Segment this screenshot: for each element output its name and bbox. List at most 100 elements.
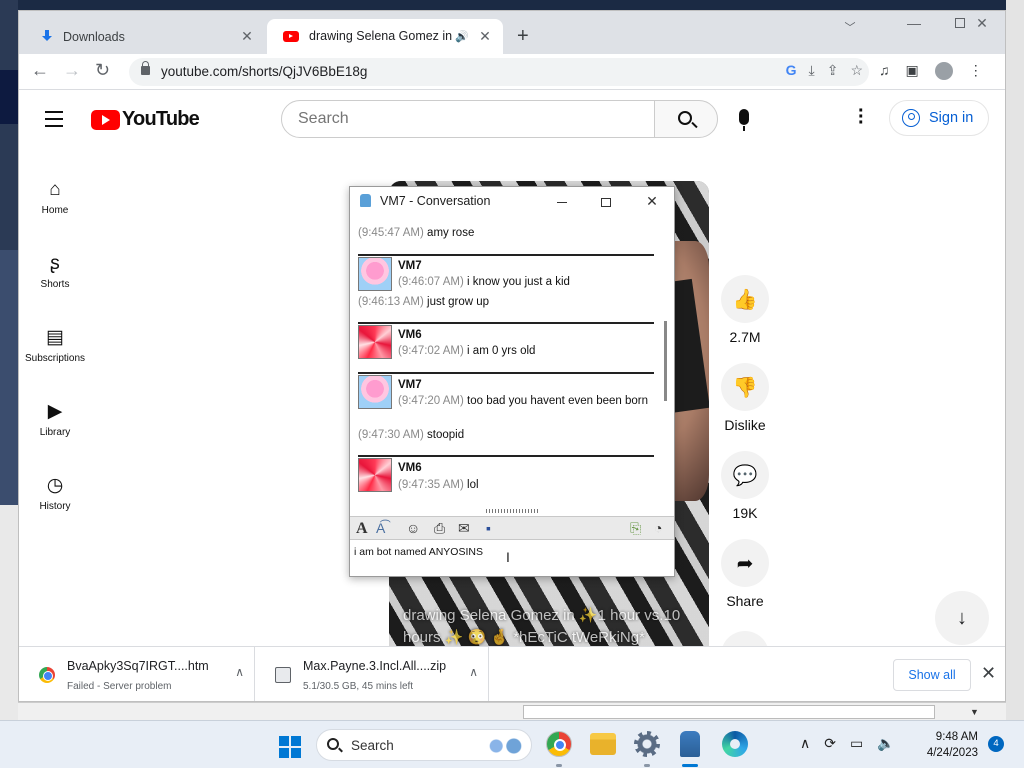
menu-kebab-icon[interactable]: ⋮ [969, 62, 983, 80]
youtube-logo-text: YouTube [122, 108, 200, 130]
chevron-up-icon[interactable]: ∧ [235, 665, 244, 679]
smiley-icon[interactable]: ☺ [406, 520, 420, 536]
chrome-taskbar-icon[interactable] [546, 731, 572, 757]
youtube-logo[interactable]: YouTube [91, 108, 200, 131]
share-button[interactable]: ➦ Share [719, 539, 771, 609]
notification-badge[interactable]: 4 [988, 736, 1004, 752]
tab-close-button[interactable]: ✕ [239, 28, 255, 45]
minimize-button[interactable]: — [891, 15, 937, 31]
close-downloads-bar-icon[interactable]: ✕ [981, 663, 996, 684]
chevron-up-icon[interactable]: ∧ [469, 665, 478, 679]
message-text: (9:47:02 AM) i am 0 yrs old [398, 345, 536, 357]
share-icon[interactable]: ⇪ [827, 62, 839, 79]
message-username: VM6 [398, 462, 422, 474]
settings-kebab-icon[interactable]: · · · [858, 101, 865, 133]
profile-avatar-icon[interactable] [934, 62, 953, 80]
comments-button[interactable]: 💬 19K [719, 451, 771, 521]
font-icon[interactable]: A [356, 520, 368, 538]
hamburger-menu-icon[interactable] [45, 111, 63, 132]
font-color-icon[interactable]: A͡ [376, 520, 385, 536]
file-explorer-taskbar-icon[interactable] [590, 733, 616, 755]
attach-icon[interactable]: ⎙ [434, 520, 445, 537]
media-controls-icon[interactable]: ♫ [879, 62, 890, 80]
search-button[interactable] [654, 100, 718, 138]
messenger-taskbar-icon[interactable] [680, 731, 700, 757]
chevron-up-icon[interactable]: ∧ [800, 735, 810, 752]
tab-search-chevron-icon[interactable]: ﹀ [827, 19, 873, 35]
side-panel-icon[interactable]: ▣ [906, 62, 919, 80]
sign-in-button[interactable]: Sign in [889, 100, 989, 136]
taskbar-search-label: Search [351, 738, 394, 753]
sidebar-item-label: Shorts [40, 279, 70, 290]
taskbar-search-box[interactable]: Search [316, 729, 532, 761]
bookmark-star-icon[interactable]: ☆ [850, 62, 863, 79]
tab-youtube-video[interactable]: drawing Selena Gomez in ✨ 🔊 ✕ [267, 19, 503, 54]
back-button[interactable]: ← [31, 60, 49, 81]
dislike-button[interactable]: 👎 Dislike [719, 363, 771, 433]
log-icon[interactable]: ⎘ [630, 520, 641, 537]
taskbar-clock[interactable]: 9:48 AM 4/24/2023 [918, 729, 978, 761]
download-status: Failed - Server problem [67, 681, 172, 692]
im-minimize-button[interactable] [548, 190, 576, 212]
conversation-log[interactable]: ····················· (9:45:47 AM) amy r… [354, 215, 666, 505]
tab-downloads[interactable]: Downloads ✕ [25, 19, 265, 54]
im-maximize-button[interactable] [592, 190, 620, 212]
running-indicator [644, 764, 650, 767]
message-input-text[interactable]: i am bot named ANYOSINS [354, 546, 483, 558]
comment-icon: 💬 [721, 451, 769, 499]
sidebar-item-label: Home [41, 205, 69, 216]
message-input[interactable]: i am bot named ANYOSINS I [350, 540, 674, 576]
message-separator [358, 322, 654, 324]
im-title-bar[interactable]: VM7 - Conversation ✕ [350, 187, 674, 215]
avatar [358, 458, 392, 492]
message-line: (9:45:47 AM) amy rose [358, 227, 475, 239]
lock-icon[interactable] [141, 61, 150, 75]
url-text[interactable]: youtube.com/shorts/QjJV6BbE18g [161, 64, 367, 79]
nudge-icon[interactable]: ✉ [458, 520, 470, 537]
message-separator [358, 254, 654, 256]
settings-taskbar-icon[interactable] [634, 731, 660, 757]
avatar [358, 325, 392, 359]
sidebar-item-library[interactable]: ▶ Library [19, 399, 91, 438]
sidebar-item-home[interactable]: ⌂ Home [19, 177, 91, 216]
video-caption[interactable]: drawing Selena Gomez in ✨1 hour vs.10 ho… [403, 605, 703, 649]
save-icon[interactable]: ▪ [486, 520, 491, 536]
im-window-title: VM7 - Conversation [380, 194, 491, 208]
download-item[interactable]: BvaApky3Sq7IRGT....htm Failed - Server p… [19, 647, 255, 701]
like-button[interactable]: 👍 2.7M [719, 275, 771, 345]
search-highlight-icon [483, 736, 527, 756]
downloads-bar: BvaApky3Sq7IRGT....htm Failed - Server p… [19, 646, 1005, 701]
next-video-arrow-icon[interactable]: ↓ [935, 591, 989, 645]
microphone-icon[interactable] [739, 109, 749, 131]
desktop-background-left [0, 0, 18, 730]
sidebar-item-shorts[interactable]: ʂ Shorts [19, 251, 91, 290]
google-lens-icon[interactable]: G [786, 62, 797, 79]
edge-taskbar-icon[interactable] [722, 731, 748, 757]
volume-icon[interactable]: 🔈 [877, 735, 894, 752]
address-bar[interactable]: youtube.com/shorts/QjJV6BbE18g G ⤓ ⇪ ☆ [129, 58, 869, 86]
close-window-button[interactable]: ✕ [959, 15, 1005, 32]
download-item[interactable]: Max.Payne.3.Incl.All....zip 5.1/30.5 GB,… [255, 647, 489, 701]
new-tab-button[interactable]: + [517, 25, 529, 48]
forward-button[interactable]: → [63, 60, 81, 81]
history-clock-icon[interactable]: ◔ [654, 520, 662, 536]
speaker-icon[interactable]: 🔊 [455, 30, 469, 43]
im-close-button[interactable]: ✕ [638, 190, 666, 212]
windows-start-icon[interactable] [279, 736, 301, 758]
sidebar-item-history[interactable]: ◷ History [19, 473, 91, 512]
sync-icon[interactable]: ⟳ [824, 735, 836, 752]
windows-taskbar: Search ∧ ⟳ ▭ 🔈 9:48 AM 4/24/2023 4 [0, 720, 1024, 768]
reload-button[interactable]: ↻ [95, 60, 110, 81]
download-filename: Max.Payne.3.Incl.All....zip [303, 659, 447, 673]
tab-close-button[interactable]: ✕ [477, 28, 493, 45]
network-icon[interactable]: ▭ [850, 735, 863, 752]
sidebar-item-subscriptions[interactable]: ▤ Subscriptions [19, 325, 91, 364]
conversation-scrollbar[interactable] [664, 321, 667, 401]
search-input[interactable]: Search [281, 100, 655, 138]
show-all-downloads-button[interactable]: Show all [893, 659, 971, 691]
install-app-icon[interactable]: ⤓ [809, 62, 815, 79]
running-indicator [556, 764, 562, 767]
download-filename: BvaApky3Sq7IRGT....htm [67, 659, 209, 673]
pane-resize-grip[interactable] [486, 509, 540, 513]
download-icon [41, 29, 53, 44]
